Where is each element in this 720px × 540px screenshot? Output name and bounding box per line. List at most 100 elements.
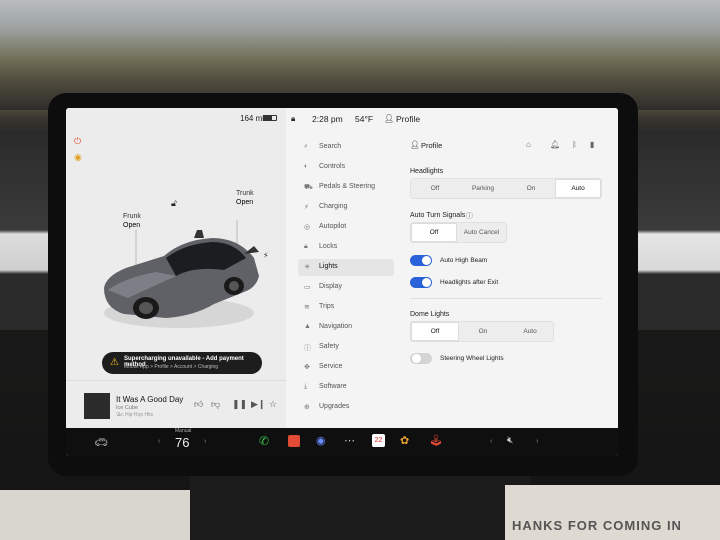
favorite-star-icon[interactable]: ☆ xyxy=(269,399,277,410)
cabin-temp[interactable]: 76 xyxy=(175,435,189,450)
camera-icon[interactable]: ◉ xyxy=(316,434,326,447)
settings-profile-label[interactable]: Profile xyxy=(421,141,442,150)
warning-light-icon: ◉ xyxy=(74,152,82,162)
climate-mode: Manual xyxy=(175,428,192,434)
menu-upgrades[interactable]: ⊕ Upgrades xyxy=(298,399,394,416)
turn-signals-off[interactable]: Off xyxy=(411,223,457,242)
toybox-icon[interactable]: ✿ xyxy=(400,434,409,447)
menu-pedals-steering[interactable]: ⛟ Pedals & Steering xyxy=(298,179,394,196)
charge-port-icon[interactable]: ⏻ xyxy=(74,136,81,147)
menu-service[interactable]: ✥ Service xyxy=(298,359,394,376)
search-label: Search xyxy=(319,143,342,150)
menu-label: Charging xyxy=(319,203,348,210)
dome-lights-auto[interactable]: Auto xyxy=(507,322,553,341)
menu-label: Navigation xyxy=(319,323,353,330)
steering-wheel-icon: ◎ xyxy=(304,224,311,231)
center-console xyxy=(190,470,530,540)
dome-lights-on[interactable]: On xyxy=(459,322,507,341)
menu-autopilot[interactable]: ◎ Autopilot xyxy=(298,219,394,236)
auto-high-beam-label: Auto High Beam xyxy=(440,257,488,264)
status-profile[interactable]: Profile xyxy=(396,114,420,124)
steering-wheel-lights-label: Steering Wheel Lights xyxy=(440,355,504,362)
turn-signals-selector: Off Auto Cancel xyxy=(410,222,507,243)
phone-icon[interactable]: ✆ xyxy=(259,434,269,448)
next-track-icon[interactable]: ▶❙ xyxy=(251,399,265,410)
menu-trips[interactable]: ≋ Trips xyxy=(298,299,394,316)
navigation-icon: ▲ xyxy=(304,323,311,330)
turn-signals-auto-cancel[interactable]: Auto Cancel xyxy=(457,223,506,242)
lock-status-icon[interactable]: 🔒︎ xyxy=(291,114,295,124)
menu-label: Display xyxy=(319,283,342,290)
menu-navigation[interactable]: ▲ Navigation xyxy=(298,319,394,336)
info-icon[interactable]: ⓘ xyxy=(466,211,473,221)
range-readout: 164 mi xyxy=(240,114,265,123)
menu-lights[interactable]: ☀︎ Lights xyxy=(298,259,394,276)
menu-display[interactable]: ▭ Display xyxy=(298,279,394,296)
wrench-icon: ✥ xyxy=(304,364,310,371)
headlights-auto[interactable]: Auto xyxy=(555,179,601,198)
toggle-icon: ◐ xyxy=(304,163,309,170)
audio-app-icon[interactable] xyxy=(288,435,300,447)
garage-icon[interactable]: ⌂ xyxy=(526,140,531,149)
dome-lights-off[interactable]: Off xyxy=(411,322,459,341)
station-name: 'Ꮂc Hip Hop Hits xyxy=(116,412,154,418)
headlights-selector: Off Parking On Auto xyxy=(410,178,602,199)
menu-label: Pedals & Steering xyxy=(319,183,376,190)
car-icon: ⛟ xyxy=(304,184,313,191)
touchscreen: ⏻ ◉ Frunk Open Trunk Open 🔓︎ ⚡︎ ⚠ Superc… xyxy=(66,108,618,456)
menu-label: Trips xyxy=(319,303,335,310)
outside-temp: 54°F xyxy=(355,114,374,124)
menu-locks[interactable]: 🔒︎ Locks xyxy=(298,239,394,256)
trunk-state: Open xyxy=(236,199,254,206)
dome-lights-selector: Off On Auto xyxy=(410,321,554,342)
status-profile-icon: 👤︎ xyxy=(384,114,395,123)
trunk-status[interactable]: Trunk Open xyxy=(236,189,254,207)
headlights-after-exit-toggle[interactable] xyxy=(410,277,432,288)
menu-search[interactable]: ⌕ Search xyxy=(298,139,394,156)
volume-down-icon[interactable]: ‹ xyxy=(490,438,492,445)
headlights-parking[interactable]: Parking xyxy=(459,179,507,198)
auto-high-beam-toggle[interactable] xyxy=(410,255,432,266)
bell-icon[interactable]: 🔔︎ xyxy=(550,140,560,149)
menu-label: Software xyxy=(319,383,347,390)
headlights-off[interactable]: Off xyxy=(411,179,459,198)
clock: 2:28 pm xyxy=(312,114,343,124)
menu-label: Locks xyxy=(319,243,338,250)
menu-label: Service xyxy=(319,363,343,370)
profile-icon: 👤︎ xyxy=(410,140,420,149)
supercharging-alert[interactable]: ⚠ Supercharging unavailable - Add paymen… xyxy=(102,352,262,374)
temp-down-icon[interactable]: ‹ xyxy=(158,438,160,445)
steering-wheel-lights-toggle[interactable] xyxy=(410,353,432,364)
menu-label: Upgrades xyxy=(319,403,350,410)
temp-up-icon[interactable]: › xyxy=(204,438,206,445)
thumbs-down-icon[interactable]: 👎︎ xyxy=(211,399,220,410)
menu-charging[interactable]: ⚡︎ Charging xyxy=(298,199,394,216)
menu-label: Autopilot xyxy=(319,223,347,230)
floor-mat-paper-left xyxy=(0,490,190,540)
menu-safety[interactable]: ⓘ Safety xyxy=(298,339,394,356)
menu-software[interactable]: ⤓ Software xyxy=(298,379,394,396)
taskbar: 🚗︎ ‹ Manual 76 › ✆ ◉ ⋯ 22 ✿ 🕹︎ ‹ 🔇︎ › xyxy=(66,428,618,456)
battery-icon xyxy=(263,115,277,121)
calendar-icon[interactable]: 22 xyxy=(372,434,385,447)
bluetooth-icon[interactable]: ᛒ xyxy=(572,140,577,149)
auto-turn-signals-title: Auto Turn Signals xyxy=(410,212,466,219)
thumbs-up-icon[interactable]: 👍︎ xyxy=(194,399,203,410)
pause-icon[interactable]: ❚❚ xyxy=(232,399,247,410)
headlights-on[interactable]: On xyxy=(507,179,555,198)
mute-icon[interactable]: 🔇︎ xyxy=(507,435,513,446)
trunk-label: Trunk xyxy=(236,190,254,197)
menu-label: Safety xyxy=(319,343,339,350)
divider xyxy=(410,298,602,299)
album-art[interactable] xyxy=(84,393,110,419)
download-icon: ⤓ xyxy=(304,383,308,390)
car-icon[interactable]: 🚗︎ xyxy=(94,436,108,449)
bolt-icon: ⚡︎ xyxy=(304,204,309,211)
artist-name: Ice Cube xyxy=(116,405,139,411)
unlock-icon[interactable]: 🔓︎ xyxy=(171,198,177,209)
more-apps-icon[interactable]: ⋯ xyxy=(344,434,355,447)
headlights-after-exit-label: Headlights after Exit xyxy=(440,279,499,286)
joystick-icon[interactable]: 🕹︎ xyxy=(429,434,443,447)
volume-up-icon[interactable]: › xyxy=(536,438,538,445)
menu-controls[interactable]: ◐ Controls xyxy=(298,159,394,176)
